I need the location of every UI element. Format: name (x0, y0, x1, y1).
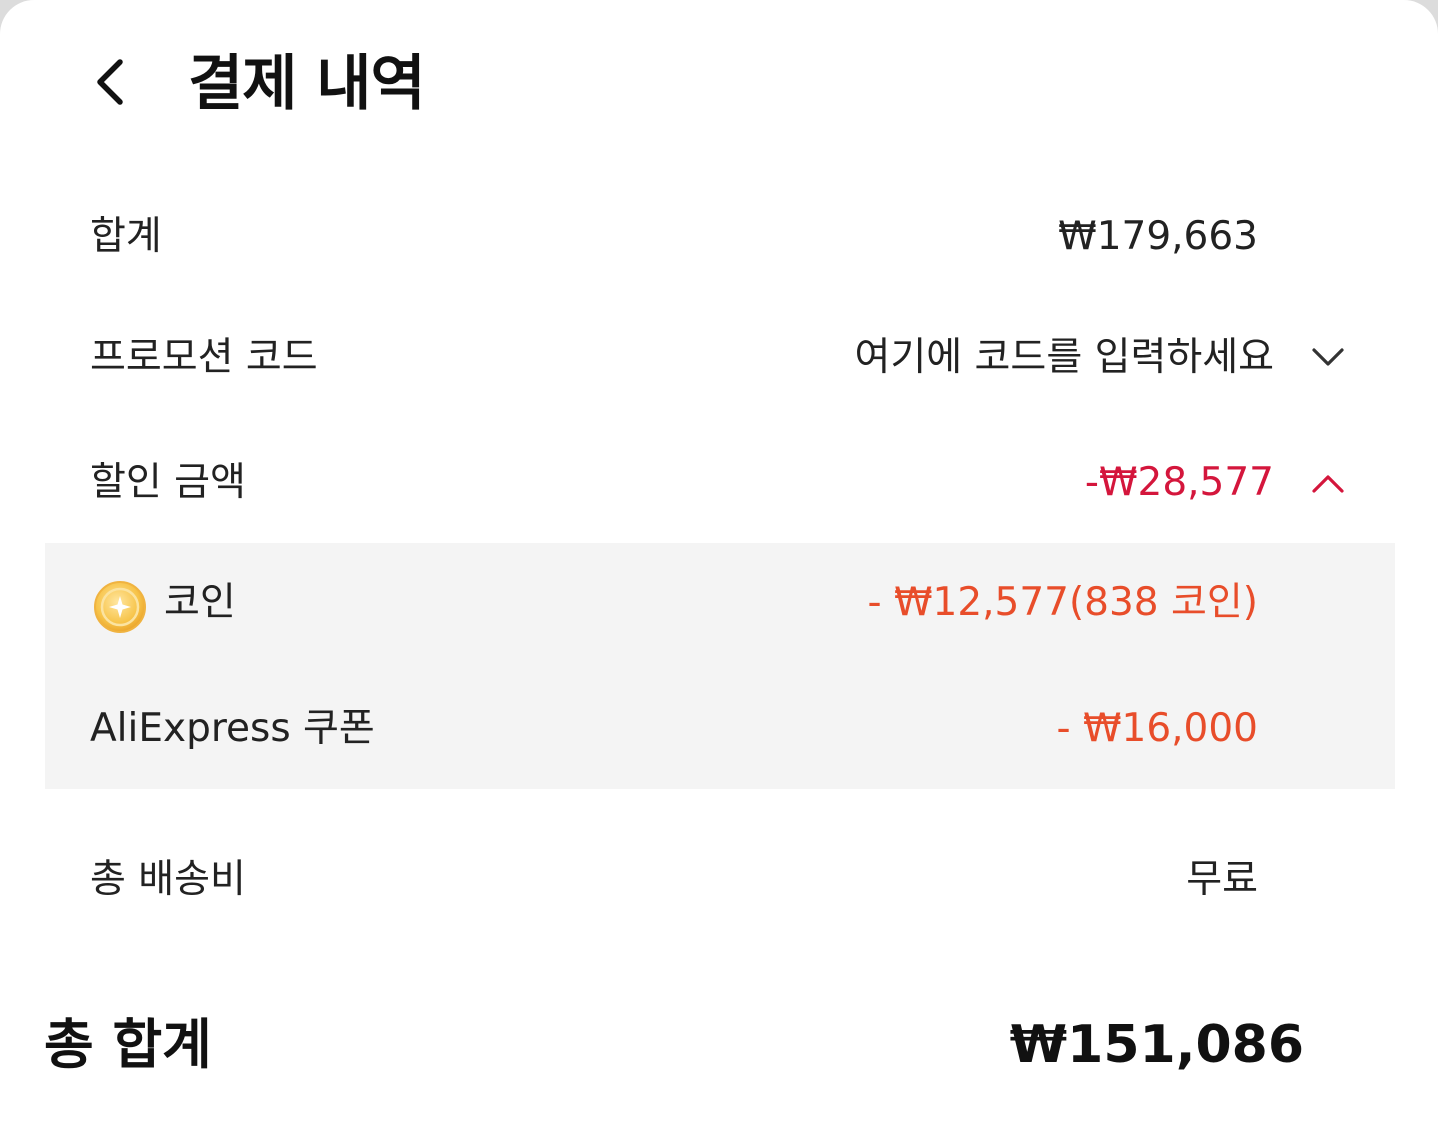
shipping-value: 무료 (1186, 857, 1258, 902)
shipping-label: 총 배송비 (90, 857, 246, 902)
subtotal-value: ₩179,663 (1058, 214, 1258, 259)
chevron-left-icon (97, 59, 123, 105)
discount-label: 할인 금액 (90, 460, 246, 505)
promo-code-label: 프로모션 코드 (90, 335, 318, 380)
page-title: 결제 내역 (188, 49, 426, 119)
grand-total-value: ₩151,086 (1009, 1015, 1304, 1075)
discount-value: -₩28,577 (1084, 460, 1274, 505)
chevron-up-icon[interactable] (1306, 463, 1350, 503)
payment-summary-sheet: 결제 내역 합계 ₩179,663 프로모션 코드 여기에 코드를 입력하세요 … (0, 0, 1438, 1141)
coin-label: 코인 (164, 580, 236, 625)
coupon-discount-row: AliExpress 쿠폰 - ₩16,000 (0, 689, 1438, 769)
coupon-label: AliExpress 쿠폰 (90, 706, 375, 751)
subtotal-label: 합계 (90, 214, 162, 259)
grand-total-row: 총 합계 ₩151,086 (0, 1000, 1438, 1090)
header: 결제 내역 (0, 40, 1438, 136)
coin-icon (94, 581, 146, 633)
coin-discount-value: - ₩12,577(838 코인) (867, 580, 1258, 625)
promo-code-placeholder[interactable]: 여기에 코드를 입력하세요 (855, 318, 1274, 398)
grand-total-label: 총 합계 (44, 1013, 212, 1076)
discount-row[interactable]: 할인 금액 -₩28,577 (0, 443, 1438, 523)
back-button[interactable] (84, 54, 140, 110)
coin-discount-row: 코인 - ₩12,577(838 코인) (0, 563, 1438, 643)
subtotal-row: 합계 ₩179,663 (0, 197, 1438, 277)
coupon-discount-value: - ₩16,000 (1056, 706, 1259, 751)
shipping-row: 총 배송비 무료 (0, 840, 1438, 920)
chevron-down-icon[interactable] (1306, 338, 1350, 378)
promo-code-row[interactable]: 프로모션 코드 여기에 코드를 입력하세요 (0, 318, 1438, 398)
